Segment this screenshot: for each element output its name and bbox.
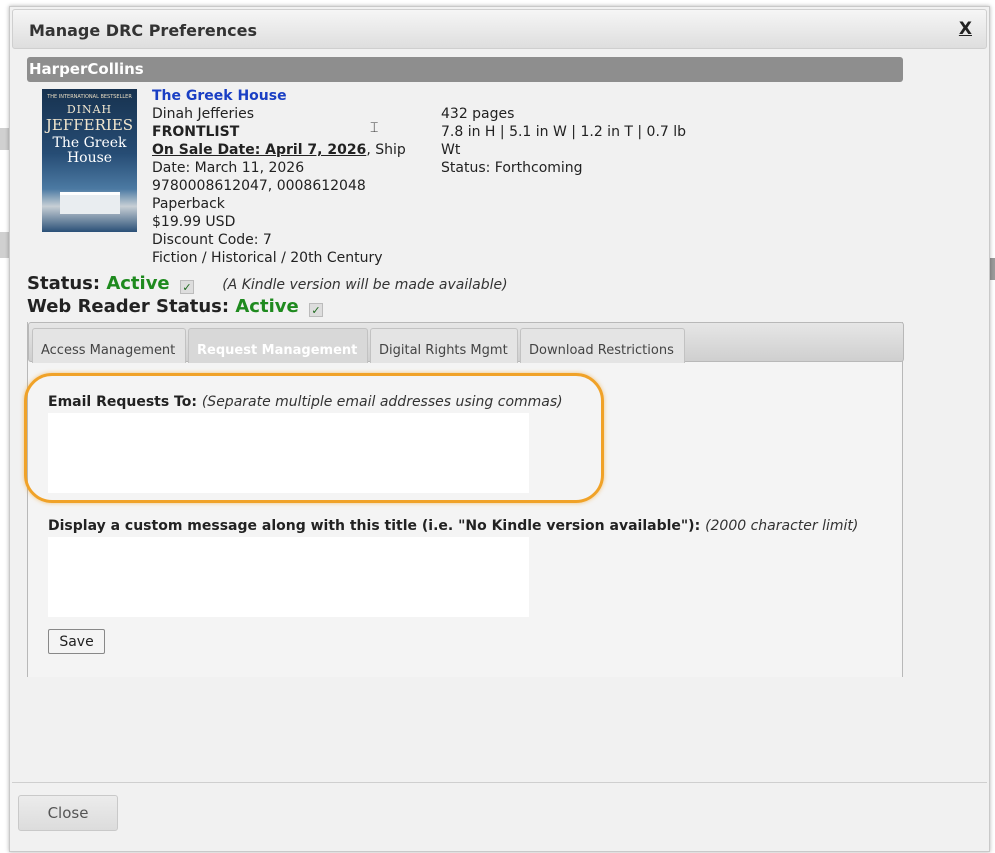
book-isbns: 9780008612047, 0008612048 xyxy=(152,178,366,194)
cover-title: The Greek House xyxy=(52,135,127,166)
check-icon: ✓ xyxy=(179,280,194,294)
tab-download-restrictions[interactable]: Download Restrictions xyxy=(520,328,685,363)
book-meta-secondary: 432 pages 7.8 in H | 5.1 in W | 1.2 in T… xyxy=(441,105,701,177)
book-cover: THE INTERNATIONAL BESTSELLER DINAH JEFFE… xyxy=(42,89,137,232)
tab-request-management[interactable]: Request Management xyxy=(188,328,368,363)
web-reader-status: Web Reader Status: Active ✓ xyxy=(27,296,323,317)
status-label: Status: xyxy=(27,273,101,294)
tab-bar: Access Management Request Management Dig… xyxy=(28,322,904,363)
tab-access-management[interactable]: Access Management xyxy=(32,328,186,363)
book-discount: Discount Code: 7 xyxy=(152,232,272,248)
cover-artwork xyxy=(60,192,120,214)
book-price: $19.99 USD xyxy=(152,214,236,230)
book-format: Paperback xyxy=(152,196,225,212)
on-sale-date: On Sale Date: April 7, 2026 xyxy=(152,142,367,158)
web-status-value: Active xyxy=(235,296,299,317)
book-meta-primary: The Greek House Dinah Jefferies FRONTLIS… xyxy=(152,87,412,267)
email-label-text: Email Requests To: xyxy=(48,394,197,410)
tab-digital-rights-mgmt[interactable]: Digital Rights Mgmt xyxy=(370,328,518,363)
email-hint: (Separate multiple email addresses using… xyxy=(201,394,563,410)
email-requests-label: Email Requests To: (Separate multiple em… xyxy=(48,394,563,410)
text-cursor-icon: ⌶ xyxy=(370,120,379,136)
custom-message-label: Display a custom message along with this… xyxy=(48,518,858,534)
book-dates: On Sale Date: April 7, 2026, Ship Date: … xyxy=(152,141,412,177)
close-x-button[interactable]: X xyxy=(959,19,972,39)
book-dimensions: 7.8 in H | 5.1 in W | 1.2 in T | 0.7 lb … xyxy=(441,124,687,158)
email-requests-input[interactable] xyxy=(48,413,529,493)
cover-author-last: JEFFERIES xyxy=(45,116,134,134)
book-status: Status: Forthcoming xyxy=(441,160,583,176)
custom-message-input[interactable] xyxy=(48,537,529,617)
publisher-bar: HarperCollins xyxy=(27,57,903,82)
footer-divider xyxy=(12,782,987,783)
tabs-panel: Access Management Request Management Dig… xyxy=(27,322,904,677)
kindle-note: (A Kindle version will be made available… xyxy=(222,277,508,293)
check-icon: ✓ xyxy=(308,303,323,317)
message-label-text: Display a custom message along with this… xyxy=(48,518,701,534)
book-title[interactable]: The Greek House xyxy=(152,87,412,105)
dialog-title: Manage DRC Preferences xyxy=(29,21,257,40)
book-pages: 432 pages xyxy=(441,106,515,122)
save-button[interactable]: Save xyxy=(48,629,105,654)
kindle-status: Status: Active ✓ (A Kindle version will … xyxy=(27,273,508,294)
message-hint: (2000 character limit) xyxy=(705,518,859,534)
dialog-titlebar: Manage DRC Preferences X xyxy=(12,9,987,49)
close-button[interactable]: Close xyxy=(18,795,118,831)
cover-kicker: THE INTERNATIONAL BESTSELLER xyxy=(47,94,132,100)
web-status-label: Web Reader Status: xyxy=(27,296,230,317)
drc-preferences-dialog: Manage DRC Preferences X HarperCollins T… xyxy=(9,6,990,852)
status-value: Active xyxy=(106,273,170,294)
book-category: Fiction / Historical / 20th Century xyxy=(152,250,383,266)
cover-author-first: DINAH xyxy=(66,103,113,116)
